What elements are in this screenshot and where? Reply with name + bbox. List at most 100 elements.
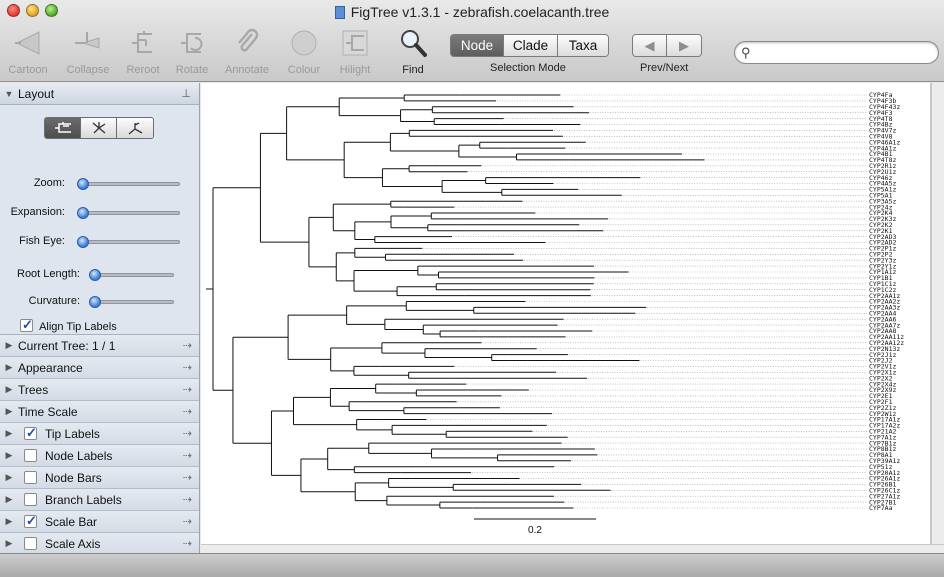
layout-panel: Zoom: Expansion: Fish Eye: Root Length: …	[0, 105, 199, 335]
layout-panel-header[interactable]: ▼ Layout ⊥	[0, 83, 199, 105]
prev-next-control: ◀ ▶	[632, 34, 702, 57]
disclosure-closed-icon: ▶	[5, 538, 13, 548]
pin-icon[interactable]: ⇢	[183, 427, 192, 440]
disclosure-closed-icon: ▶	[5, 450, 13, 460]
fish-eye-slider[interactable]	[77, 236, 180, 248]
radial-tree-icon	[92, 122, 105, 134]
disclosure-closed-icon: ▶	[5, 472, 13, 482]
pin-icon[interactable]: ⊥	[181, 87, 191, 100]
time-scale-panel-header[interactable]: ▶ Time Scale ⇢	[0, 401, 199, 423]
fish-eye-slider-knob[interactable]	[77, 236, 89, 248]
pin-icon[interactable]: ⇢	[183, 537, 192, 550]
collapse-button[interactable]: Collapse	[62, 26, 114, 76]
disclosure-open-icon: ▼	[4, 88, 14, 99]
rotate-button[interactable]: Rotate	[170, 26, 214, 76]
toolbar: FigTree v1.3.1 - zebrafish.coelacanth.tr…	[0, 0, 944, 82]
arrow-left-icon: ◀	[644, 37, 655, 53]
find-button[interactable]: Find	[394, 26, 432, 76]
pin-icon[interactable]: ⇢	[183, 515, 192, 528]
disclosure-closed-icon: ▶	[5, 428, 13, 438]
horizontal-scrollbar[interactable]	[201, 544, 944, 553]
search-input[interactable]	[759, 44, 929, 61]
selection-mode-label: Selection Mode	[490, 62, 566, 74]
disclosure-closed-icon: ▶	[5, 362, 13, 372]
scale-bar-panel-header[interactable]: ▶Scale Bar⇢	[0, 511, 199, 533]
taxa-mode-button[interactable]: Taxa	[558, 35, 608, 56]
curvature-slider-knob[interactable]	[89, 296, 101, 308]
align-tip-labels-option[interactable]: Align Tip Labels	[20, 317, 117, 333]
prev-button[interactable]: ◀	[633, 35, 667, 56]
unrooted-layout-button[interactable]	[117, 118, 153, 138]
current-tree-panel-header[interactable]: ▶ Current Tree: 1 / 1 ⇢	[0, 335, 199, 357]
collapse-icon	[71, 26, 105, 60]
pin-icon[interactable]: ⇢	[183, 361, 192, 374]
disclosure-closed-icon: ▶	[5, 384, 13, 394]
arrow-right-icon: ▶	[679, 37, 689, 53]
disclosure-closed-icon: ▶	[5, 406, 13, 416]
pin-icon[interactable]: ⇢	[183, 383, 192, 396]
phylogenetic-tree[interactable]: CYP4FaCYP4F3bCYP4F43zCYP4F3CYP4T8CYP4BzC…	[201, 83, 931, 544]
controls-sidebar: ▼ Layout ⊥ Zoom: Expansion: Fish Eye: Ro…	[0, 83, 200, 555]
pin-icon[interactable]: ⇢	[183, 449, 192, 462]
colour-button[interactable]: Colour	[282, 26, 326, 76]
scale-axis-panel-header[interactable]: ▶ Scale Axis ⇢	[0, 533, 199, 555]
pin-icon[interactable]: ⇢	[183, 471, 192, 484]
magnifier-icon	[396, 26, 430, 60]
node-labels-panel-header[interactable]: ▶ Node Labels ⇢	[0, 445, 199, 467]
appearance-panel-header[interactable]: ▶ Appearance ⇢	[0, 357, 199, 379]
pin-icon[interactable]: ⇢	[183, 493, 192, 506]
hilight-icon	[338, 26, 372, 60]
document-icon	[334, 6, 345, 19]
node-bars-panel-header[interactable]: ▶ Node Bars ⇢	[0, 467, 199, 489]
rotate-icon	[175, 26, 209, 60]
tip-labels-panel-header[interactable]: ▶Tip Labels⇢	[0, 423, 199, 445]
tree-canvas[interactable]: CYP4Fa CYP4F3b CYP4F43z CYP4F3 CYP4T8 CYP4Bz C…	[201, 83, 931, 544]
radial-layout-button[interactable]	[81, 118, 117, 138]
scale-bar-label: 0.2	[528, 525, 542, 536]
annotate-button[interactable]: Annotate	[220, 26, 274, 76]
next-button[interactable]: ▶	[667, 35, 701, 56]
trees-panel-header[interactable]: ▶ Trees ⇢	[0, 379, 199, 401]
layout-type-control	[44, 117, 154, 139]
disclosure-closed-icon: ▶	[5, 340, 13, 350]
unrooted-tree-icon	[128, 122, 143, 135]
expansion-slider-knob[interactable]	[77, 207, 89, 219]
tip-label[interactable]: CYP7Aa	[869, 504, 893, 512]
pin-icon[interactable]: ⇢	[183, 339, 192, 352]
zoom-slider-knob[interactable]	[77, 178, 89, 190]
branch-labels-panel-header[interactable]: ▶ Branch Labels ⇢	[0, 489, 199, 511]
branch-labels-checkbox[interactable]	[24, 493, 37, 506]
hilight-button[interactable]: Hilight	[334, 26, 376, 76]
search-field: ⚲	[734, 41, 939, 64]
rectangular-tree-icon	[54, 122, 71, 133]
reroot-button[interactable]: Reroot	[120, 26, 166, 76]
reroot-icon	[126, 26, 160, 60]
node-mode-button[interactable]: Node	[451, 35, 504, 56]
status-bar	[0, 553, 944, 577]
node-bars-checkbox[interactable]	[24, 471, 37, 484]
zoom-slider[interactable]	[77, 178, 180, 190]
root-length-slider-knob[interactable]	[89, 269, 101, 281]
rectangular-layout-button[interactable]	[45, 118, 81, 138]
cartoon-icon	[11, 26, 45, 60]
scale-axis-checkbox[interactable]	[24, 537, 37, 550]
scale-bar-checkbox[interactable]	[24, 513, 37, 529]
tip-labels-checkbox[interactable]	[24, 425, 37, 441]
pin-icon[interactable]: ⇢	[183, 405, 192, 418]
root-length-slider[interactable]	[89, 269, 174, 281]
paperclip-icon	[230, 26, 264, 60]
node-labels-checkbox[interactable]	[24, 449, 37, 462]
window-title: FigTree v1.3.1 - zebrafish.coelacanth.tr…	[0, 4, 944, 20]
figtree-window: FigTree v1.3.1 - zebrafish.coelacanth.tr…	[0, 0, 944, 577]
cartoon-button[interactable]: Cartoon	[4, 26, 52, 76]
vertical-scrollbar[interactable]	[931, 83, 944, 544]
curvature-slider[interactable]	[89, 296, 174, 308]
colour-icon	[287, 26, 321, 60]
search-icon: ⚲	[741, 45, 751, 60]
clade-mode-button[interactable]: Clade	[504, 35, 558, 56]
prev-next-label: Prev/Next	[640, 62, 689, 74]
expansion-slider[interactable]	[77, 207, 180, 219]
disclosure-closed-icon: ▶	[5, 516, 13, 526]
align-tip-labels-checkbox[interactable]	[20, 317, 33, 333]
selection-mode-control: Node Clade Taxa	[450, 34, 609, 57]
